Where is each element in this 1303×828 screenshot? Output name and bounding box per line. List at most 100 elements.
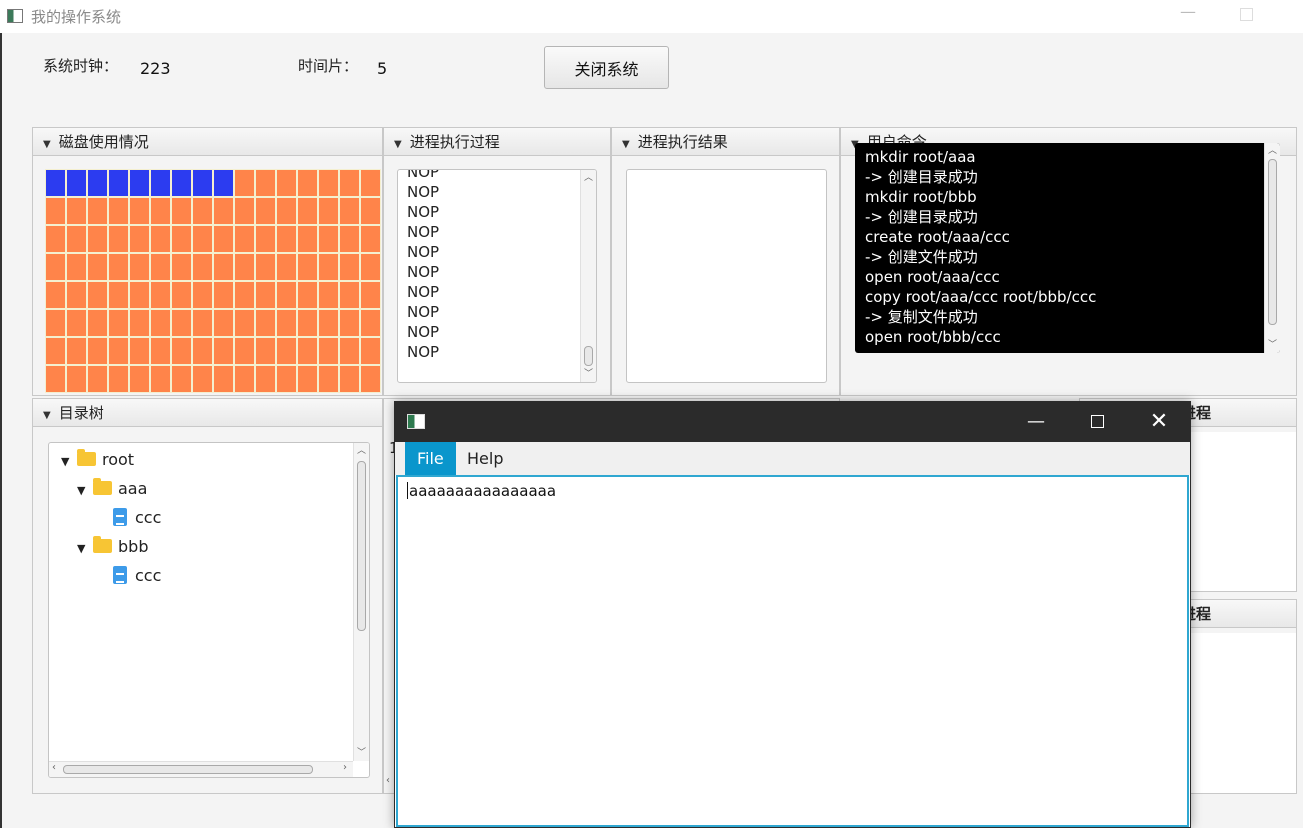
disk-block-free xyxy=(255,365,276,393)
disk-block-free xyxy=(213,197,234,225)
expand-arrow-icon[interactable]: ▼ xyxy=(61,447,77,476)
shutdown-button[interactable]: 关闭系统 xyxy=(544,46,669,89)
tree-node-bbb[interactable]: ▼ bbb xyxy=(77,532,148,561)
disk-block-free xyxy=(276,365,297,393)
menu-file[interactable]: File xyxy=(405,442,456,475)
menu-help[interactable]: Help xyxy=(455,442,515,475)
scroll-down-icon[interactable]: ﹀ xyxy=(1265,337,1280,353)
console-line: -> 创建目录成功 xyxy=(865,168,978,186)
vertical-scrollbar[interactable]: ︿ ﹀ xyxy=(1264,143,1280,353)
scroll-up-icon[interactable]: ︿ xyxy=(354,443,369,459)
disk-block-free xyxy=(213,309,234,337)
disk-block-free xyxy=(171,281,192,309)
disk-block-used xyxy=(45,169,66,197)
expand-arrow-icon[interactable]: ▼ xyxy=(77,534,93,563)
exec-process-line[interactable]: NOP xyxy=(398,170,580,182)
disk-block-free xyxy=(129,365,150,393)
disk-block-free xyxy=(87,309,108,337)
exec-process-line[interactable]: NOP xyxy=(398,342,580,362)
scroll-down-icon[interactable]: ﹀ xyxy=(354,745,369,761)
close-button[interactable]: ✕ xyxy=(1130,402,1188,442)
menu-bar: File Help xyxy=(395,442,1190,475)
disk-block-free xyxy=(87,337,108,365)
disk-block-free xyxy=(129,337,150,365)
console-line: mkdir root/bbb xyxy=(865,188,977,206)
disk-block-free xyxy=(339,197,360,225)
tree-node-aaa[interactable]: ▼ aaa xyxy=(77,474,147,503)
scroll-left-icon[interactable]: ‹ xyxy=(52,762,56,773)
exec-process-line[interactable]: NOP xyxy=(398,262,580,282)
exec-result-header[interactable]: ▼ 进程执行结果 xyxy=(612,128,839,156)
maximize-button[interactable] xyxy=(1068,402,1126,442)
disk-block-free xyxy=(276,253,297,281)
exec-process-line[interactable]: NOP xyxy=(398,242,580,262)
disk-block-free xyxy=(339,309,360,337)
scroll-left-icon[interactable]: ‹ xyxy=(386,775,390,786)
scroll-thumb[interactable] xyxy=(584,346,593,366)
command-console[interactable]: mkdir root/aaa -> 创建目录成功 mkdir root/bbb -> … xyxy=(855,143,1280,353)
dir-tree-header[interactable]: ▼ 目录树 xyxy=(33,399,382,427)
disk-block-free xyxy=(297,281,318,309)
disk-block-free xyxy=(339,253,360,281)
file-icon xyxy=(113,566,127,584)
exec-process-list[interactable]: NOP NOP NOP NOP NOP NOP NOP NOP NOP NOP ︿ ﹀ xyxy=(397,169,597,383)
tree-node-label: root xyxy=(102,450,135,469)
vertical-scrollbar[interactable]: ︿ ﹀ xyxy=(353,443,369,761)
console-lines: mkdir root/aaa -> 创建目录成功 mkdir root/bbb -> … xyxy=(855,147,1096,347)
tree-node-label: aaa xyxy=(118,479,148,498)
disk-block-free xyxy=(66,253,87,281)
disk-block-free xyxy=(192,281,213,309)
scroll-right-icon[interactable]: › xyxy=(343,762,347,773)
scroll-thumb[interactable] xyxy=(1268,159,1277,325)
disk-block-free xyxy=(45,309,66,337)
disk-block-free xyxy=(192,197,213,225)
console-line: mkdir root/aaa xyxy=(865,148,976,166)
minimize-button[interactable]: — xyxy=(1178,2,1198,28)
horizontal-scrollbar[interactable]: ‹ › xyxy=(49,761,353,777)
dir-tree[interactable]: ▼ root ▼ aaa ccc ▼ bbb ccc ︿ ﹀ ‹ › xyxy=(48,442,370,778)
scroll-up-icon[interactable]: ︿ xyxy=(1265,143,1280,159)
disk-block-free xyxy=(45,197,66,225)
editor-titlebar[interactable]: — ✕ xyxy=(395,402,1190,442)
exec-process-line[interactable]: NOP xyxy=(398,322,580,342)
disk-block-free xyxy=(318,309,339,337)
exec-process-line[interactable]: NOP xyxy=(398,302,580,322)
disk-row xyxy=(45,337,381,365)
minimize-button[interactable]: — xyxy=(1007,402,1065,442)
disk-block-used xyxy=(150,169,171,197)
tree-node-aaa-ccc[interactable]: ccc xyxy=(113,503,161,532)
window-title: 我的操作系统 xyxy=(31,8,122,26)
maximize-button[interactable] xyxy=(1240,8,1253,21)
disk-block-used xyxy=(213,169,234,197)
disk-block-free xyxy=(255,169,276,197)
vertical-scrollbar[interactable]: ︿ ﹀ xyxy=(580,170,596,382)
tree-node-bbb-ccc[interactable]: ccc xyxy=(113,561,161,590)
exec-process-line[interactable]: NOP xyxy=(398,222,580,242)
scroll-thumb[interactable] xyxy=(63,765,313,774)
disk-block-free xyxy=(66,225,87,253)
disk-row xyxy=(45,197,381,225)
exec-process-header[interactable]: ▼ 进程执行过程 xyxy=(384,128,610,156)
exec-result-list[interactable] xyxy=(626,169,827,383)
exec-process-pane: ▼ 进程执行过程 NOP NOP NOP NOP NOP NOP NOP NOP NOP NOP ︿… xyxy=(383,127,611,396)
exec-process-line[interactable]: NOP xyxy=(398,282,580,302)
disk-block-free xyxy=(45,337,66,365)
disk-usage-header[interactable]: ▼ 磁盘使用情况 xyxy=(33,128,382,156)
disk-block-free xyxy=(66,337,87,365)
expand-arrow-icon[interactable]: ▼ xyxy=(77,476,93,505)
disk-block-used xyxy=(171,169,192,197)
disk-block-free xyxy=(297,197,318,225)
disk-block-free xyxy=(171,225,192,253)
file-icon xyxy=(113,508,127,526)
scroll-down-icon[interactable]: ﹀ xyxy=(581,366,596,382)
disk-block-free xyxy=(213,337,234,365)
app-icon xyxy=(407,414,425,429)
tree-node-root[interactable]: ▼ root xyxy=(61,445,134,474)
text-editor[interactable]: aaaaaaaaaaaaaaaa xyxy=(396,475,1189,827)
exec-process-line[interactable]: NOP xyxy=(398,202,580,222)
scroll-thumb[interactable] xyxy=(357,461,366,631)
disk-block-free xyxy=(360,253,381,281)
scroll-up-icon[interactable]: ︿ xyxy=(581,170,596,186)
exec-process-line[interactable]: NOP xyxy=(398,182,580,202)
disk-block-free xyxy=(276,309,297,337)
